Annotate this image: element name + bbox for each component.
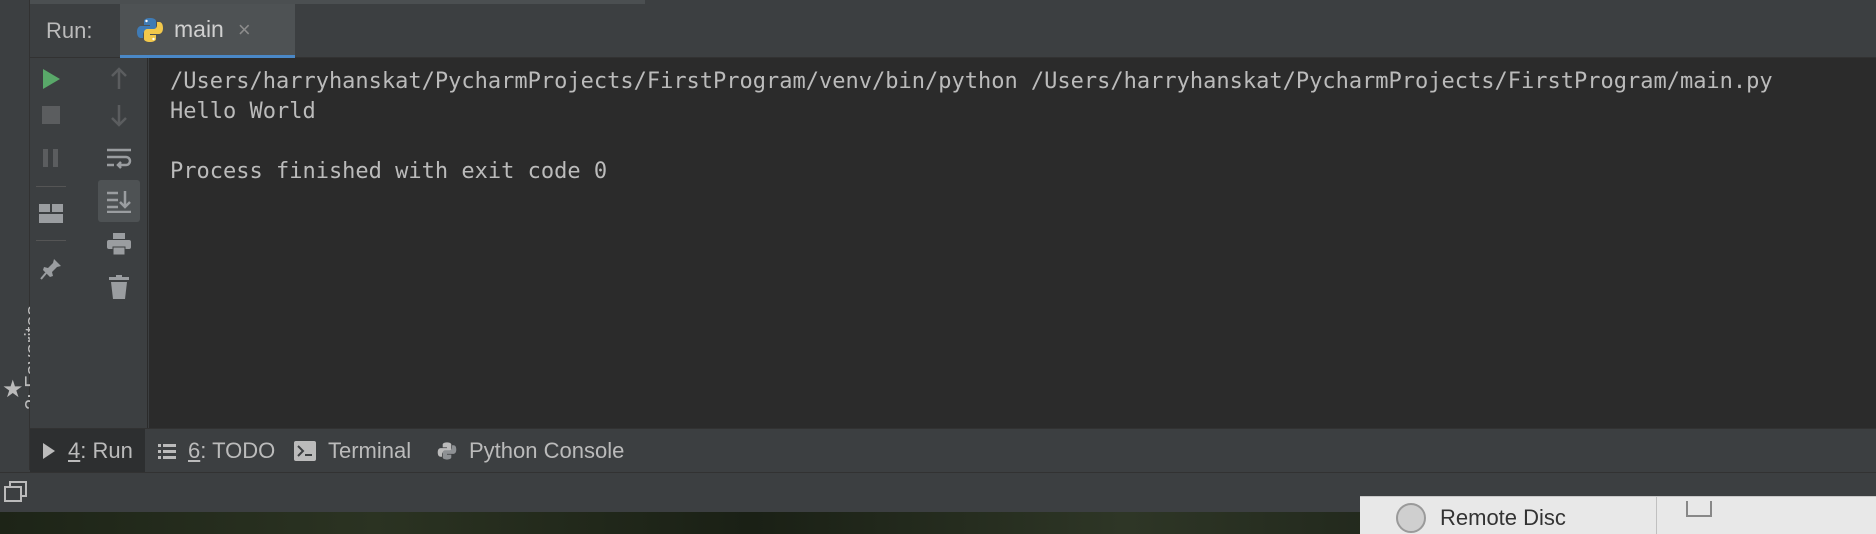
layout-icon: [39, 204, 63, 223]
soft-wrap-button[interactable]: [98, 137, 140, 179]
tab-main[interactable]: main ×: [120, 4, 295, 58]
clear-button[interactable]: [98, 266, 140, 308]
scroll-to-end-icon: [107, 191, 131, 213]
tab-todo-number: 6: [188, 438, 201, 463]
console-output[interactable]: /Users/harryhanskat/PycharmProjects/Firs…: [149, 58, 1876, 428]
print-icon: [107, 233, 131, 255]
play-icon: [42, 442, 56, 460]
tab-main-label: main: [174, 16, 224, 42]
up-arrow-icon: [111, 67, 127, 89]
pause-icon: [43, 149, 58, 167]
trash-icon: [109, 275, 129, 299]
tab-terminal[interactable]: Terminal: [282, 429, 423, 473]
drive-icon: [1686, 501, 1712, 517]
star-icon: ★: [2, 376, 24, 403]
tab-python-console-label: Python Console: [469, 438, 625, 463]
soft-wrap-icon: [107, 148, 132, 169]
layout-button[interactable]: [30, 193, 72, 235]
list-icon: [158, 442, 176, 460]
scroll-to-end-button[interactable]: [98, 180, 140, 222]
rerun-icon: [43, 69, 60, 89]
stop-icon: [42, 106, 60, 124]
stop-button[interactable]: [30, 94, 72, 136]
finder-sidebar-fragment: Remote Disc: [1360, 496, 1876, 534]
close-icon[interactable]: ×: [238, 17, 251, 43]
terminal-icon: [294, 441, 316, 461]
tab-todo[interactable]: 6: TODO: [146, 429, 287, 473]
tab-run-number: 4: [68, 438, 81, 463]
pin-tab-button[interactable]: [30, 248, 72, 290]
windows-icon[interactable]: [4, 481, 28, 508]
pause-button[interactable]: [30, 137, 72, 179]
python-icon: [137, 17, 163, 42]
tab-python-console[interactable]: Python Console: [425, 429, 636, 473]
console-line: Process finished with exit code 0: [170, 159, 608, 184]
tool-window-bar: 4: Run 6: TODO Terminal Python Console: [30, 428, 1876, 473]
disc-icon: [1396, 503, 1426, 533]
console-line: Hello World: [170, 99, 316, 124]
run-label: Run:: [46, 18, 93, 43]
console-line: /Users/harryhanskat/PycharmProjects/Firs…: [170, 69, 1773, 94]
pycharm-run-window: 2: Favorites ★ Run: main ×: [0, 0, 1876, 534]
tab-run[interactable]: 4: Run: [30, 429, 145, 473]
tab-run-label: : Run: [80, 438, 133, 463]
tab-terminal-label: Terminal: [328, 438, 412, 463]
run-header: [30, 0, 1876, 58]
down-arrow-icon: [111, 105, 127, 127]
finder-divider: [1656, 497, 1657, 534]
print-button[interactable]: [98, 223, 140, 265]
left-tool-strip: 2: Favorites ★: [0, 0, 44, 470]
tab-todo-label: : TODO: [200, 438, 276, 463]
remote-disc-label[interactable]: Remote Disc: [1440, 505, 1566, 531]
python-icon: [437, 441, 457, 461]
down-button[interactable]: [98, 94, 140, 136]
console-toolbar: [91, 58, 148, 428]
pin-icon: [40, 259, 61, 280]
